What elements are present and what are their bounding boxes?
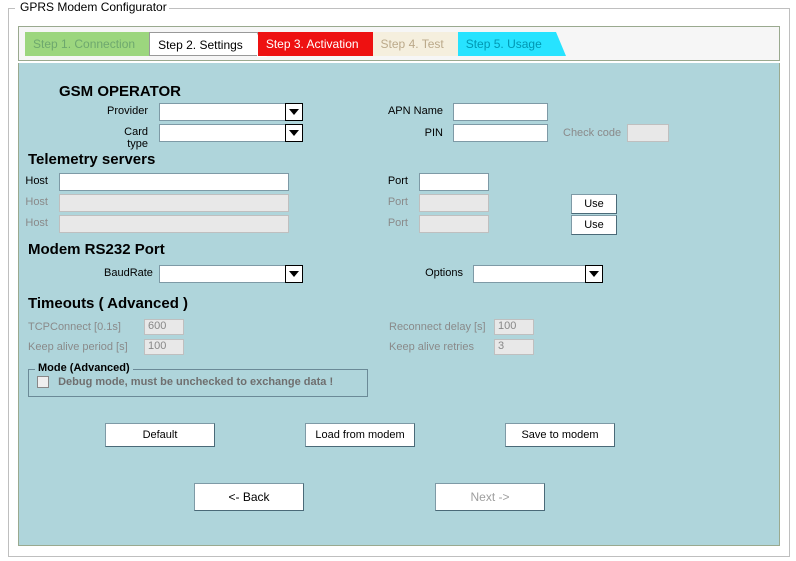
reconnect-input: 100 <box>494 319 534 335</box>
port1-label: Port <box>379 175 414 187</box>
port3-label: Port <box>379 217 414 229</box>
keepalive-input: 100 <box>144 339 184 355</box>
gsm-heading: GSM OPERATOR <box>59 83 739 100</box>
tab-connection[interactable]: Step 1. Connection <box>25 32 149 56</box>
back-button[interactable]: <- Back <box>194 483 304 511</box>
mode-legend: Mode (Advanced) <box>35 362 133 374</box>
tab-settings[interactable]: Step 2. Settings <box>149 32 258 56</box>
use2-button[interactable]: Use <box>571 194 617 214</box>
baudrate-label: BaudRate <box>104 267 154 279</box>
debug-label: Debug mode, must be unchecked to exchang… <box>58 376 333 388</box>
rs232-heading: Modem RS232 Port <box>28 241 165 258</box>
wizard-tabs: Step 1. Connection Step 2. Settings Step… <box>18 26 780 61</box>
port3-input <box>419 215 489 233</box>
options-select[interactable] <box>473 265 603 283</box>
cardtype-label: Card type <box>104 126 154 150</box>
port2-label: Port <box>379 196 414 208</box>
provider-select[interactable] <box>159 103 303 121</box>
save-button[interactable]: Save to modem <box>505 423 615 447</box>
settings-panel: GSM OPERATOR Provider Card type APN Name… <box>18 63 780 546</box>
tab-test[interactable]: Step 4. Test <box>373 32 458 56</box>
options-label: Options <box>419 267 469 279</box>
port1-input[interactable] <box>419 173 489 191</box>
tcpconnect-input: 600 <box>144 319 184 335</box>
check-code-display <box>627 124 669 142</box>
tcpconnect-label: TCPConnect [0.1s] <box>28 321 127 333</box>
host3-label: Host <box>19 217 54 229</box>
host3-input <box>59 215 289 233</box>
retries-label: Keep alive retries <box>389 341 480 353</box>
load-button[interactable]: Load from modem <box>305 423 415 447</box>
check-code-label: Check code <box>563 127 627 139</box>
retries-input: 3 <box>494 339 534 355</box>
reconnect-label: Reconnect delay [s] <box>389 321 492 333</box>
tab-connection-label: Step 1. Connection <box>33 37 135 51</box>
mode-group: Mode (Advanced) Debug mode, must be unch… <box>28 369 368 397</box>
pin-label: PIN <box>379 127 449 139</box>
chevron-down-icon <box>585 265 603 283</box>
cardtype-select[interactable] <box>159 124 303 142</box>
host2-input <box>59 194 289 212</box>
baudrate-select[interactable] <box>159 265 303 283</box>
debug-checkbox[interactable] <box>37 376 49 388</box>
next-button[interactable]: Next -> <box>435 483 545 511</box>
host1-input[interactable] <box>59 173 289 191</box>
default-button[interactable]: Default <box>105 423 215 447</box>
host1-label: Host <box>19 175 54 187</box>
apn-label: APN Name <box>379 105 449 117</box>
chevron-down-icon <box>285 103 303 121</box>
timeouts-heading: Timeouts ( Advanced ) <box>28 295 188 312</box>
host2-label: Host <box>19 196 54 208</box>
provider-label: Provider <box>104 105 154 117</box>
tab-usage-label: Step 5. Usage <box>466 37 542 51</box>
apn-input[interactable] <box>453 103 548 121</box>
telemetry-heading: Telemetry servers <box>28 151 155 168</box>
pin-input[interactable] <box>453 124 548 142</box>
chevron-down-icon <box>285 124 303 142</box>
chevron-down-icon <box>285 265 303 283</box>
use3-button[interactable]: Use <box>571 215 617 235</box>
keepalive-label: Keep alive period [s] <box>28 341 134 353</box>
tab-usage[interactable]: Step 5. Usage <box>458 32 556 56</box>
tab-activation-label: Step 3. Activation <box>266 37 359 51</box>
window-title: GPRS Modem Configurator <box>17 0 170 14</box>
port2-input <box>419 194 489 212</box>
tab-activation[interactable]: Step 3. Activation <box>258 32 373 56</box>
tab-test-label: Step 4. Test <box>381 37 444 51</box>
tab-settings-label: Step 2. Settings <box>158 38 243 52</box>
